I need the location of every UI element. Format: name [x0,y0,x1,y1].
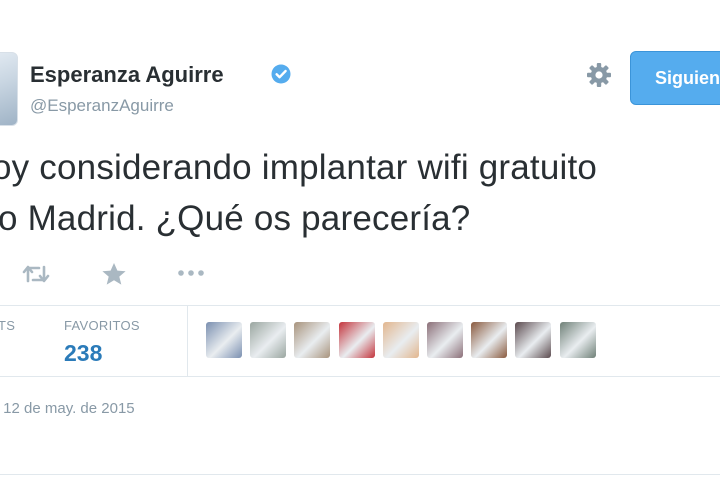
favoriter-avatar-2[interactable] [250,322,287,358]
favorites-count[interactable]: 238 [64,340,102,367]
favoriter-avatar-1[interactable] [206,322,242,358]
tweet-date[interactable]: - 12 de may. de 2015 [0,400,135,417]
author-handle[interactable]: @EsperanzAguirre [30,96,174,116]
more-dots-icon[interactable] [176,268,206,278]
star-icon[interactable] [101,262,127,286]
favoriter-avatar-9[interactable] [559,322,596,358]
favoriter-avatar-3[interactable] [294,322,331,358]
favoriter-avatar-4[interactable] [338,322,375,358]
stats-divider [187,306,188,376]
divider-bottom [0,474,720,475]
favoriter-avatar-8[interactable] [515,322,552,358]
verified-badge-icon [271,64,291,84]
retweets-label[interactable]: TS [0,318,15,333]
favoriter-avatar-5[interactable] [382,322,419,358]
tweet-text-line-2: lo Madrid. ¿Qué os parecería? [0,199,471,238]
favoriter-avatar-6[interactable] [427,322,463,358]
author-avatar[interactable] [0,52,18,126]
retweet-icon[interactable] [22,263,50,285]
tweet-text-line-1: oy considerando implantar wifi gratuito [0,148,598,187]
divider-top [0,305,720,306]
divider-middle [0,376,720,377]
favoriter-avatar-7[interactable] [471,322,508,358]
author-name[interactable]: Esperanza Aguirre [30,62,224,88]
favorites-label[interactable]: FAVORITOS [64,318,140,333]
gear-icon[interactable] [584,60,614,90]
follow-button[interactable]: Siguien [630,51,720,105]
